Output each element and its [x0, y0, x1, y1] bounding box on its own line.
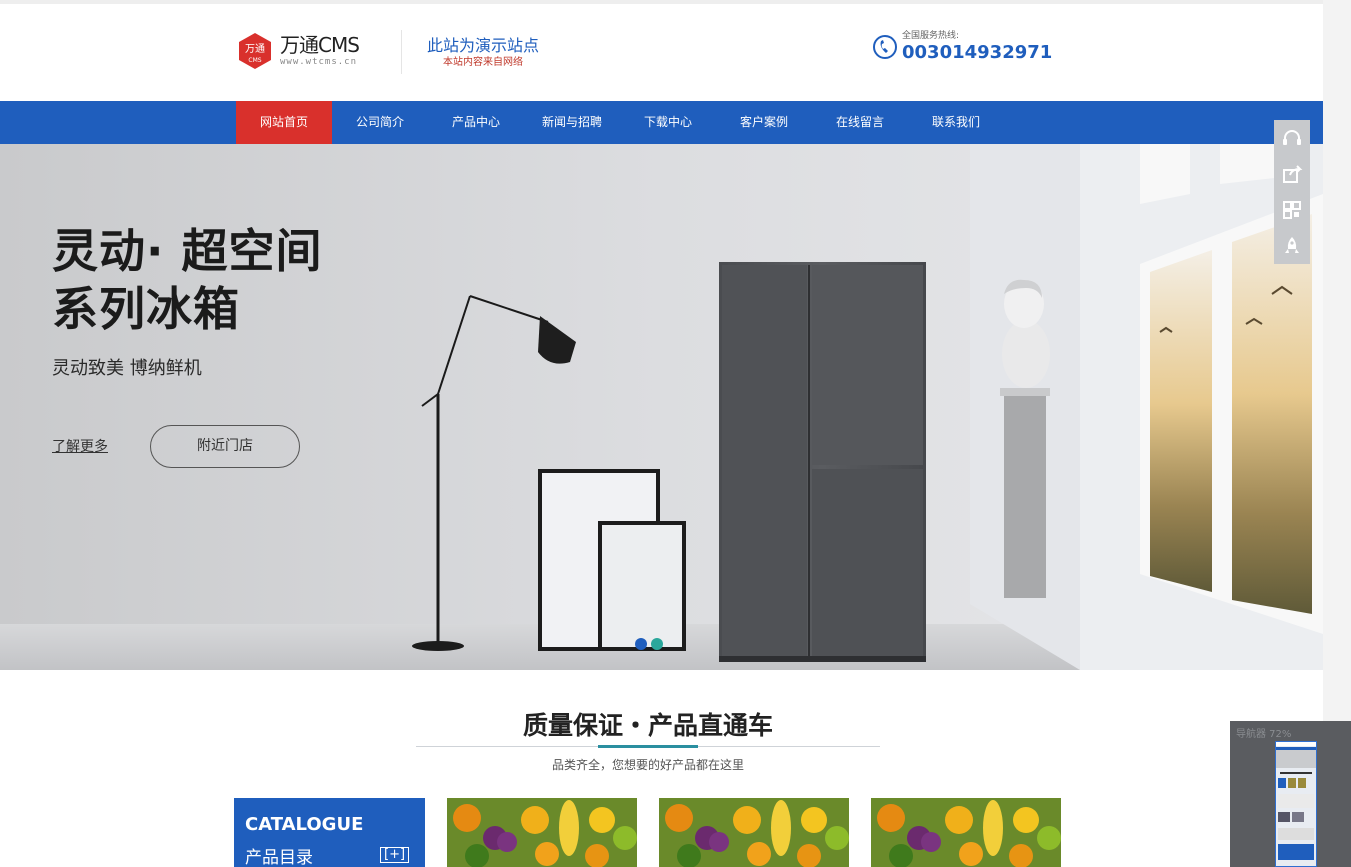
- header-divider: [401, 30, 402, 74]
- product-image: [659, 798, 849, 867]
- section-accent: [598, 745, 698, 748]
- demo-notice-line2: 本站内容来自网络: [443, 57, 523, 68]
- side-toolbar: [1274, 120, 1310, 264]
- catalogue-en: CATALOGUE: [245, 814, 364, 835]
- product-card[interactable]: [871, 798, 1061, 867]
- logo-name: 万通CMS: [280, 33, 360, 57]
- hero-title: 灵动· 超空间 系列冰箱: [52, 222, 323, 338]
- product-card[interactable]: [659, 798, 849, 867]
- share-icon[interactable]: [1274, 156, 1310, 192]
- slider-dot[interactable]: [651, 638, 663, 650]
- logo-badge-sub: CMS: [248, 57, 261, 64]
- nav-item[interactable]: 公司简介: [332, 101, 428, 144]
- nav-item[interactable]: 新闻与招聘: [524, 101, 620, 144]
- page-minimap[interactable]: 导航器 72%: [1230, 721, 1351, 867]
- demo-notice-line1: 此站为演示站点: [427, 36, 540, 55]
- nav-items: 网站首页 公司简介 产品中心 新闻与招聘 下载中心 客户案例 在线留言 联系我们: [236, 101, 1004, 144]
- hero-subtitle: 灵动致美 博纳鲜机: [52, 358, 202, 379]
- nav-item[interactable]: 网站首页: [236, 101, 332, 144]
- catalogue-box[interactable]: CATALOGUE 产品目录 [+]: [234, 798, 425, 867]
- product-image: [447, 798, 637, 867]
- demo-notice: 此站为演示站点 本站内容来自网络: [427, 36, 539, 70]
- slider-dots: [635, 638, 663, 650]
- product-image: [871, 798, 1061, 867]
- site-header: 万通 CMS 万通CMS www.wtcms.cn 此站为演示站点 本站内容来自…: [0, 4, 1323, 100]
- hero-banner[interactable]: 灵动· 超空间 系列冰箱 灵动致美 博纳鲜机 了解更多 附近门店: [0, 144, 1323, 670]
- site-logo[interactable]: 万通 CMS 万通CMS www.wtcms.cn: [236, 32, 360, 70]
- catalogue-cn: 产品目录: [245, 848, 313, 867]
- hotline-number[interactable]: 003014932971: [902, 42, 1052, 64]
- section-title: 质量保证・产品直通车: [522, 711, 773, 740]
- nav-item[interactable]: 联系我们: [908, 101, 1004, 144]
- nearby-store-button[interactable]: 附近门店: [150, 425, 300, 468]
- hero-title-line2: 系列冰箱: [52, 282, 240, 336]
- headset-icon[interactable]: [1274, 120, 1310, 156]
- hotline-label: 全国服务热线:: [902, 31, 960, 41]
- slider-dot[interactable]: [635, 638, 647, 650]
- section-subtitle: 品类齐全，您想要的好产品都在这里: [551, 758, 744, 772]
- nav-item[interactable]: 客户案例: [716, 101, 812, 144]
- nav-item[interactable]: 在线留言: [812, 101, 908, 144]
- logo-url: www.wtcms.cn: [280, 57, 358, 67]
- logo-badge-icon: 万通 CMS: [236, 32, 274, 70]
- minimap-thumbnail[interactable]: [1275, 741, 1317, 867]
- product-card[interactable]: [447, 798, 637, 867]
- page: 万通 CMS 万通CMS www.wtcms.cn 此站为演示站点 本站内容来自…: [0, 0, 1351, 867]
- hotline: 全国服务热线: 003014932971: [872, 30, 1052, 64]
- learn-more-link[interactable]: 了解更多: [52, 436, 108, 456]
- hero-title-line1: 灵动· 超空间: [52, 224, 323, 278]
- nav-item[interactable]: 下载中心: [620, 101, 716, 144]
- qrcode-icon[interactable]: [1274, 192, 1310, 228]
- expand-icon[interactable]: [+]: [380, 847, 410, 863]
- phone-icon: [872, 34, 898, 60]
- main-nav: 网站首页 公司简介 产品中心 新闻与招聘 下载中心 客户案例 在线留言 联系我们: [0, 101, 1323, 144]
- logo-badge-text: 万通: [245, 43, 265, 55]
- rocket-icon[interactable]: [1274, 228, 1310, 264]
- nav-item[interactable]: 产品中心: [428, 101, 524, 144]
- minimap-label: 导航器 72%: [1236, 729, 1292, 740]
